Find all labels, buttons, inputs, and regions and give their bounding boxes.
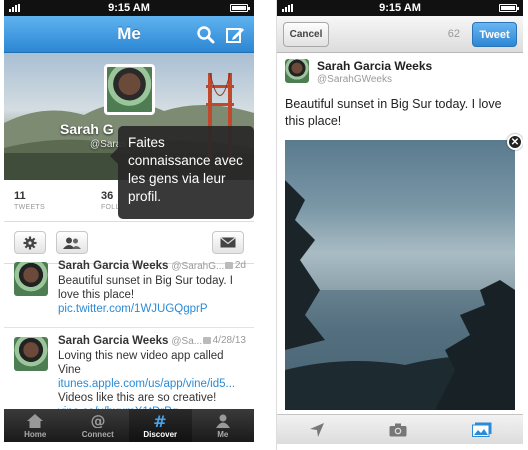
tweet-author-name: Sarah Garcia Weeks: [58, 335, 169, 347]
profile-screen: 9:15 AM Me Sarah G @Saras 11 TWEETS 36 F…: [4, 0, 254, 450]
camera-icon[interactable]: [389, 423, 407, 437]
tweet-link[interactable]: pic.twitter.com/1WJUGQgprP: [58, 303, 208, 315]
compose-avatar: [285, 59, 309, 83]
tab-home[interactable]: Home: [4, 409, 67, 442]
compose-text-area[interactable]: Beautiful sunset in Big Sur today. I lov…: [285, 96, 517, 130]
tweet-text: Beautiful sunset in Big Sur today. I lov…: [58, 275, 233, 315]
status-bar: 9:15 AM: [4, 0, 254, 16]
cancel-button[interactable]: Cancel: [283, 22, 329, 47]
status-bar: 9:15 AM: [277, 0, 523, 16]
tab-discover[interactable]: # Discover: [129, 409, 192, 442]
status-time: 9:15 AM: [379, 2, 421, 14]
tweet-avatar[interactable]: [14, 262, 48, 296]
profile-tooltip: Faites connaissance avec les gens via le…: [110, 126, 254, 219]
signal-icon: [9, 4, 20, 12]
hash-icon: #: [154, 414, 167, 428]
signal-icon: [282, 4, 293, 12]
stat-tweets-label: TWEETS: [14, 204, 45, 211]
at-icon: @: [90, 414, 105, 428]
tab-connect[interactable]: @ Connect: [67, 409, 130, 442]
nav-bar: Me: [4, 16, 254, 53]
stat-following[interactable]: 36 FOLL: [101, 190, 120, 211]
svg-text:#: #: [154, 414, 167, 428]
battery-icon: [230, 4, 250, 12]
message-button[interactable]: [212, 231, 244, 254]
character-count: 62: [447, 28, 460, 40]
status-time: 9:15 AM: [108, 2, 150, 14]
compose-author-name: Sarah Garcia Weeks: [317, 59, 433, 73]
tweet-item[interactable]: Sarah Garcia Weeks @SarahG... 2d Beautif…: [4, 254, 254, 328]
tweet-item[interactable]: Sarah Garcia Weeks @Sa... 4/28/13 Loving…: [4, 329, 254, 418]
stat-following-label: FOLL: [100, 204, 120, 211]
compose-toolbar: [277, 414, 523, 444]
tweet-time: 4/28/13: [212, 335, 246, 346]
stat-tweets-count: 11: [14, 190, 26, 202]
tweet-author-handle: @SarahG...: [171, 261, 225, 272]
attached-photo[interactable]: [285, 140, 515, 410]
gallery-icon[interactable]: [471, 422, 492, 437]
tab-home-label: Home: [24, 430, 47, 439]
gear-icon: [23, 236, 37, 249]
stat-following-count: 36: [100, 190, 114, 202]
photo-badge-icon: [224, 262, 233, 269]
tweet-time: 2d: [234, 260, 246, 271]
compose-nav-bar: Cancel 62 Tweet: [277, 16, 523, 53]
person-icon: [215, 414, 230, 428]
settings-button[interactable]: [14, 231, 46, 254]
tab-me-label: Me: [217, 430, 229, 439]
envelope-icon: [220, 237, 236, 248]
tab-discover-label: Discover: [143, 430, 178, 439]
video-badge-icon: [202, 337, 211, 344]
home-icon: [27, 414, 44, 428]
compose-author-handle: @SarahGWeeks: [317, 74, 392, 85]
tweet-author-handle: @Sa...: [171, 336, 203, 347]
nav-title: Me: [117, 24, 141, 43]
location-icon[interactable]: [309, 422, 325, 438]
profile-name: Sarah G: [60, 121, 114, 137]
svg-text:@: @: [90, 414, 105, 428]
profile-avatar[interactable]: [104, 64, 155, 115]
sunset-photo-image: [285, 180, 515, 410]
tweet-avatar[interactable]: [14, 337, 48, 371]
people-icon: [63, 237, 81, 249]
stat-tweets[interactable]: 11 TWEETS: [14, 190, 45, 211]
people-button[interactable]: [56, 231, 88, 254]
tweet-button[interactable]: Tweet: [472, 22, 517, 47]
tab-bar: Home @ Connect # Discover Me: [4, 409, 254, 442]
tab-me[interactable]: Me: [192, 409, 255, 442]
compose-screen: 9:15 AM Cancel 62 Tweet Sarah Garcia Wee…: [276, 0, 523, 450]
remove-photo-button[interactable]: ✕: [507, 134, 523, 150]
search-icon[interactable]: [196, 25, 216, 45]
compose-icon[interactable]: [225, 25, 245, 45]
tweet-author-name: Sarah Garcia Weeks: [58, 260, 169, 272]
compose-author: Sarah Garcia Weeks @SarahGWeeks: [285, 59, 432, 85]
tweet-link[interactable]: itunes.apple.com/us/app/vine/id5...: [58, 378, 235, 390]
tab-connect-label: Connect: [81, 430, 114, 439]
battery-icon: [499, 4, 519, 12]
